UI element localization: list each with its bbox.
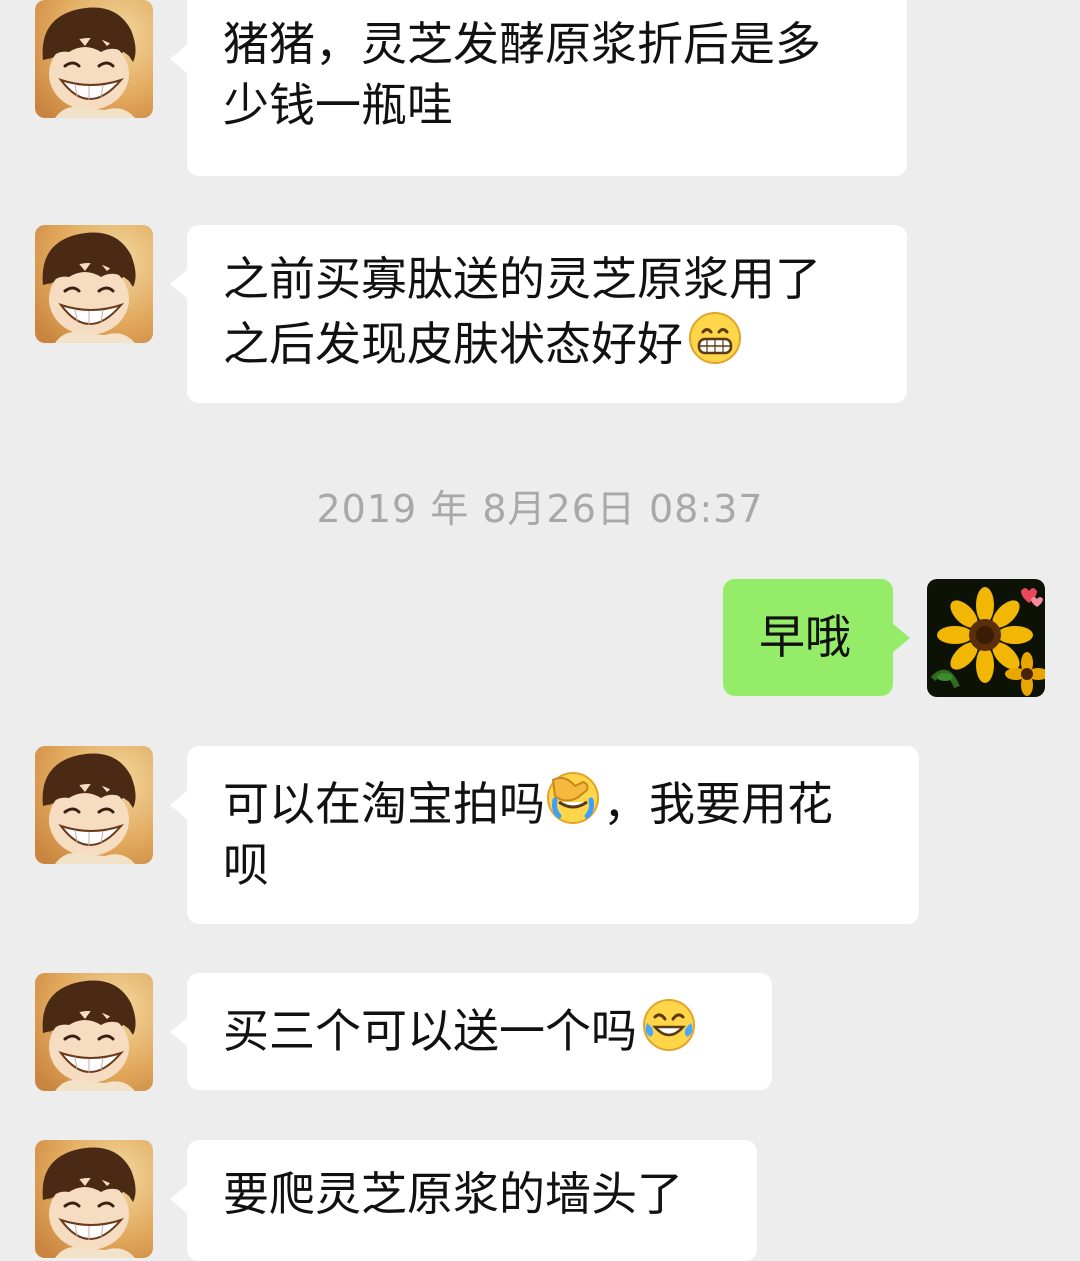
message-text: 之后发现皮肤状态好好 <box>223 317 683 371</box>
bubble-tail <box>170 44 188 74</box>
message-text: 买三个可以送一个吗 <box>223 1004 637 1058</box>
message-text-line: 可以在淘宝拍吗 ，我要用花 <box>223 770 889 835</box>
message-bubble-5[interactable]: 买三个可以送一个吗 <box>170 973 772 1090</box>
sunflower-avatar-image <box>927 579 1045 697</box>
message-text-line: 猪猪，灵芝发酵原浆折后是多 <box>223 17 821 71</box>
contact-avatar[interactable] <box>35 225 153 343</box>
message-bubble-6[interactable]: 要爬灵芝原浆的墙头了 <box>170 1140 757 1261</box>
message-bubble-2[interactable]: 之前买寡肽送的灵芝原浆用了 之后发现皮肤状态好好 <box>170 225 907 403</box>
message-text-line: 少钱一瓶哇 <box>223 78 453 132</box>
tears-of-joy-icon <box>641 997 697 1053</box>
my-message-bubble[interactable]: 早哦 <box>723 579 910 696</box>
message-text: ，我要用花 <box>603 777 833 831</box>
message-bubble-1[interactable]: 猪猪，灵芝发酵原浆折后是多 少钱一瓶哇 <box>170 0 907 176</box>
bubble-tail <box>170 1017 188 1047</box>
cartoon-boy-avatar-image <box>35 973 153 1091</box>
contact-avatar[interactable] <box>35 1140 153 1258</box>
cartoon-boy-avatar-image <box>35 746 153 864</box>
bubble-tail <box>892 623 910 653</box>
bubble-tail <box>170 790 188 820</box>
contact-avatar[interactable] <box>35 973 153 1091</box>
message-text-line: 之后发现皮肤状态好好 <box>223 310 877 375</box>
my-avatar[interactable] <box>927 579 1045 697</box>
cartoon-boy-avatar-image <box>35 0 153 118</box>
bubble-tail <box>170 1184 188 1214</box>
chat-timestamp: 2019 年 8月26日 08:37 <box>316 487 764 531</box>
message-text-line: 买三个可以送一个吗 <box>223 997 742 1062</box>
message-text-line: 之前买寡肽送的灵芝原浆用了 <box>223 252 821 306</box>
message-text: 可以在淘宝拍吗 <box>223 777 545 831</box>
message-text-line: 早哦 <box>759 610 851 664</box>
grinning-face-icon <box>687 310 743 366</box>
message-text-line: 呗 <box>223 838 269 892</box>
cartoon-boy-avatar-image <box>35 1140 153 1258</box>
contact-avatar[interactable] <box>35 746 153 864</box>
contact-avatar[interactable] <box>35 0 153 118</box>
cartoon-boy-avatar-image <box>35 225 153 343</box>
face-palm-icon <box>545 770 601 826</box>
message-bubble-4[interactable]: 可以在淘宝拍吗 ，我要用花 呗 <box>170 746 919 924</box>
bubble-tail <box>170 269 188 299</box>
message-text-line: 要爬灵芝原浆的墙头了 <box>223 1167 683 1221</box>
